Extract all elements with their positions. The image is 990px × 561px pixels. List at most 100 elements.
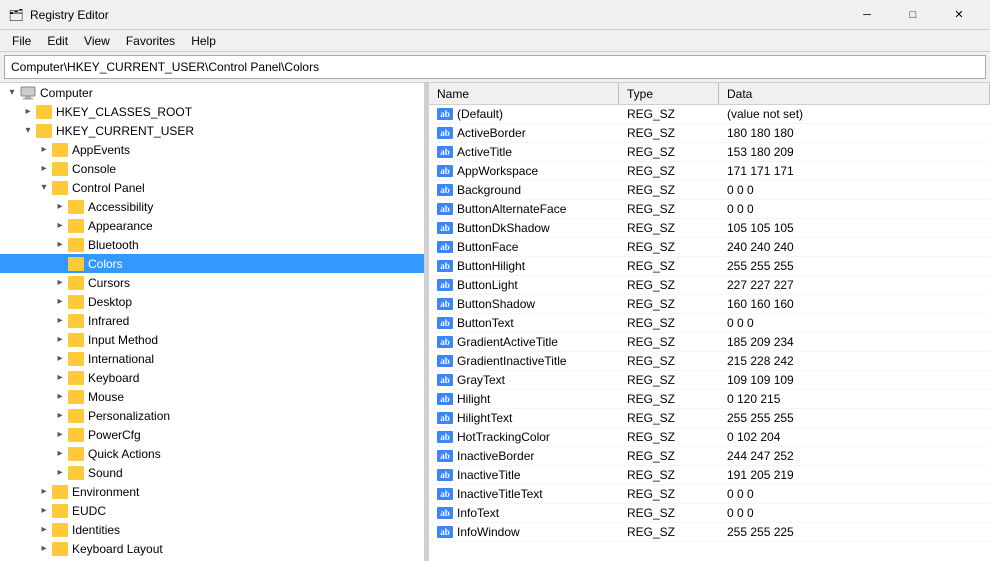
tree-item-label: Quick Actions xyxy=(88,447,161,461)
reg-cell-data: 0 120 215 xyxy=(719,390,990,408)
tree-item-label: Accessibility xyxy=(88,200,153,214)
menu-item-edit[interactable]: Edit xyxy=(39,32,76,50)
tree-item-powercfg[interactable]: PowerCfg xyxy=(0,425,424,444)
reg-value-icon: ab xyxy=(437,336,453,348)
tree-item-label: Colors xyxy=(88,257,123,271)
tree-item-keyboardlayout[interactable]: Keyboard Layout xyxy=(0,539,424,558)
tree-item-cursors[interactable]: Cursors xyxy=(0,273,424,292)
reg-value-icon: ab xyxy=(437,450,453,462)
registry-row[interactable]: abButtonFaceREG_SZ240 240 240 xyxy=(429,238,990,257)
col-header-name[interactable]: Name xyxy=(429,83,619,104)
reg-cell-type: REG_SZ xyxy=(619,333,719,351)
tree-item-identities[interactable]: Identities xyxy=(0,520,424,539)
registry-row[interactable]: abButtonLightREG_SZ227 227 227 xyxy=(429,276,990,295)
folder-icon xyxy=(36,105,52,119)
reg-cell-type: REG_SZ xyxy=(619,219,719,237)
folder-icon xyxy=(52,181,68,195)
reg-cell-type: REG_SZ xyxy=(619,238,719,256)
registry-row[interactable]: abBackgroundREG_SZ0 0 0 xyxy=(429,181,990,200)
folder-icon xyxy=(68,447,84,461)
tree-item-label: HKEY_CURRENT_USER xyxy=(56,124,194,138)
registry-row[interactable]: ab(Default)REG_SZ(value not set) xyxy=(429,105,990,124)
menu-item-help[interactable]: Help xyxy=(183,32,224,50)
reg-value-icon: ab xyxy=(437,203,453,215)
tree-item-computer[interactable]: Computer xyxy=(0,83,424,102)
registry-row[interactable]: abActiveBorderREG_SZ180 180 180 xyxy=(429,124,990,143)
registry-row[interactable]: abGradientActiveTitleREG_SZ185 209 234 xyxy=(429,333,990,352)
address-path: Computer\HKEY_CURRENT_USER\Control Panel… xyxy=(11,60,319,74)
registry-row[interactable]: abAppWorkspaceREG_SZ171 171 171 xyxy=(429,162,990,181)
tree-item-hkcu[interactable]: HKEY_CURRENT_USER xyxy=(0,121,424,140)
tree-item-inputmethod[interactable]: Input Method xyxy=(0,330,424,349)
main-content: Computer HKEY_CLASSES_ROOT HKEY_CURRENT_US… xyxy=(0,82,990,561)
tree-item-label: Infrared xyxy=(88,314,129,328)
registry-row[interactable]: abActiveTitleREG_SZ153 180 209 xyxy=(429,143,990,162)
tree-panel[interactable]: Computer HKEY_CLASSES_ROOT HKEY_CURRENT_US… xyxy=(0,83,425,561)
registry-row[interactable]: abButtonTextREG_SZ0 0 0 xyxy=(429,314,990,333)
registry-row[interactable]: abButtonShadowREG_SZ160 160 160 xyxy=(429,295,990,314)
registry-row[interactable]: abGrayTextREG_SZ109 109 109 xyxy=(429,371,990,390)
registry-row[interactable]: abInactiveTitleREG_SZ191 205 219 xyxy=(429,466,990,485)
reg-value-icon: ab xyxy=(437,317,453,329)
tree-item-appearance[interactable]: Appearance xyxy=(0,216,424,235)
reg-cell-data: 0 102 204 xyxy=(719,428,990,446)
reg-value-icon: ab xyxy=(437,469,453,481)
tree-item-sound[interactable]: Sound xyxy=(0,463,424,482)
registry-row[interactable]: abHilightREG_SZ0 120 215 xyxy=(429,390,990,409)
registry-row[interactable]: abHilightTextREG_SZ255 255 255 xyxy=(429,409,990,428)
registry-row[interactable]: abButtonHilightREG_SZ255 255 255 xyxy=(429,257,990,276)
tree-item-label: Input Method xyxy=(88,333,158,347)
folder-icon xyxy=(68,257,84,271)
tree-item-hkcr[interactable]: HKEY_CLASSES_ROOT xyxy=(0,102,424,121)
registry-row[interactable]: abHotTrackingColorREG_SZ0 102 204 xyxy=(429,428,990,447)
reg-name-text: GrayText xyxy=(457,373,505,387)
tree-item-accessibility[interactable]: Accessibility xyxy=(0,197,424,216)
tree-item-international[interactable]: International xyxy=(0,349,424,368)
registry-row[interactable]: abInactiveBorderREG_SZ244 247 252 xyxy=(429,447,990,466)
reg-value-icon: ab xyxy=(437,184,453,196)
reg-value-icon: ab xyxy=(437,488,453,500)
tree-item-quickactions[interactable]: Quick Actions xyxy=(0,444,424,463)
tree-item-bluetooth[interactable]: Bluetooth xyxy=(0,235,424,254)
close-button[interactable]: ✕ xyxy=(936,0,982,30)
reg-value-icon: ab xyxy=(437,507,453,519)
folder-icon xyxy=(68,200,84,214)
tree-item-console[interactable]: Console xyxy=(0,159,424,178)
tree-item-mouse[interactable]: Mouse xyxy=(0,387,424,406)
tree-item-desktop[interactable]: Desktop xyxy=(0,292,424,311)
tree-item-colors[interactable]: Colors xyxy=(0,254,424,273)
reg-cell-name: abInfoText xyxy=(429,504,619,522)
tree-item-environment[interactable]: Environment xyxy=(0,482,424,501)
reg-name-text: HilightText xyxy=(457,411,512,425)
reg-value-icon: ab xyxy=(437,165,453,177)
window-title: Registry Editor xyxy=(30,8,844,22)
title-bar: 🗂 Registry Editor ─ □ ✕ xyxy=(0,0,990,30)
tree-item-personalization[interactable]: Personalization xyxy=(0,406,424,425)
registry-row[interactable]: abGradientInactiveTitleREG_SZ215 228 242 xyxy=(429,352,990,371)
tree-item-label: Keyboard Layout xyxy=(72,542,163,556)
registry-row[interactable]: abInactiveTitleTextREG_SZ0 0 0 xyxy=(429,485,990,504)
col-header-data[interactable]: Data xyxy=(719,83,990,104)
minimize-button[interactable]: ─ xyxy=(844,0,890,30)
reg-cell-name: abAppWorkspace xyxy=(429,162,619,180)
col-header-type[interactable]: Type xyxy=(619,83,719,104)
registry-row[interactable]: abButtonDkShadowREG_SZ105 105 105 xyxy=(429,219,990,238)
folder-icon xyxy=(68,352,84,366)
tree-item-label: Desktop xyxy=(88,295,132,309)
menu-item-favorites[interactable]: Favorites xyxy=(118,32,183,50)
tree-item-infrared[interactable]: Infrared xyxy=(0,311,424,330)
registry-panel[interactable]: Name Type Data ab(Default)REG_SZ(value n… xyxy=(429,83,990,561)
menu-item-file[interactable]: File xyxy=(4,32,39,50)
reg-cell-name: abInfoWindow xyxy=(429,523,619,541)
registry-row[interactable]: abButtonAlternateFaceREG_SZ0 0 0 xyxy=(429,200,990,219)
tree-item-keyboard[interactable]: Keyboard xyxy=(0,368,424,387)
registry-row[interactable]: abInfoWindowREG_SZ255 255 225 xyxy=(429,523,990,542)
tree-item-controlpanel[interactable]: Control Panel xyxy=(0,178,424,197)
maximize-button[interactable]: □ xyxy=(890,0,936,30)
registry-row[interactable]: abInfoTextREG_SZ0 0 0 xyxy=(429,504,990,523)
tree-item-label: HKEY_CLASSES_ROOT xyxy=(56,105,192,119)
reg-cell-data: 180 180 180 xyxy=(719,124,990,142)
tree-item-appevents[interactable]: AppEvents xyxy=(0,140,424,159)
menu-item-view[interactable]: View xyxy=(76,32,118,50)
tree-item-eudc[interactable]: EUDC xyxy=(0,501,424,520)
